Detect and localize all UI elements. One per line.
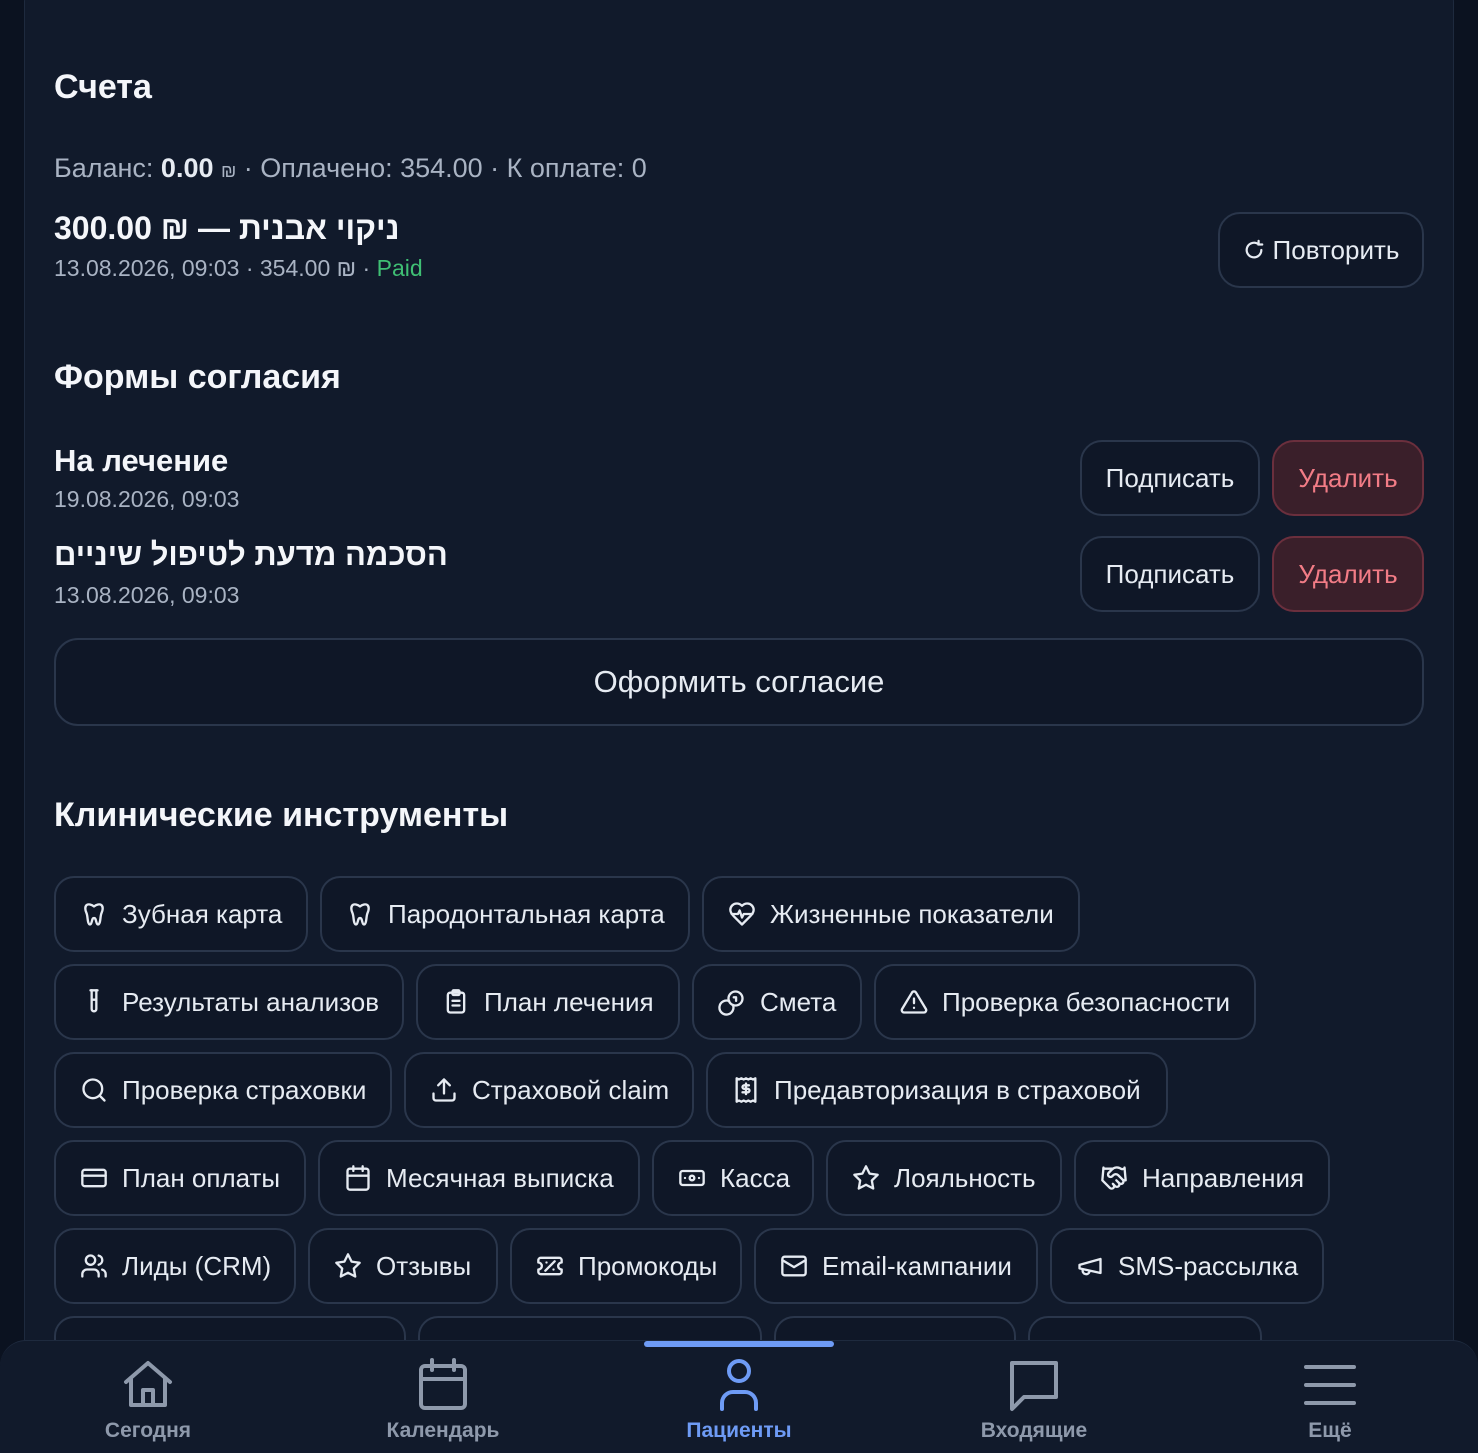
tool-preauthorization[interactable]: Предавторизация в страховой: [706, 1052, 1168, 1128]
tool-monthly-statement[interactable]: Месячная выписка: [318, 1140, 640, 1216]
tool-treatment-plan[interactable]: План лечения: [416, 964, 680, 1040]
status-badge: Paid: [376, 255, 423, 281]
home-icon: [124, 1361, 172, 1407]
currency-sign: ₪: [221, 161, 237, 181]
nav-item-inbox[interactable]: Входящие: [914, 1341, 1154, 1453]
tool-insurance-check[interactable]: Проверка страховки: [54, 1052, 392, 1128]
test-tube-icon: [89, 989, 99, 1013]
clipboard-icon: [446, 989, 466, 1014]
upload-icon: [432, 1078, 456, 1102]
nav-item-today[interactable]: Сегодня: [28, 1341, 268, 1453]
tool-insurance-claim[interactable]: Страховой claim: [404, 1052, 694, 1128]
tool-vital-signs[interactable]: Жизненные показатели: [702, 876, 1080, 952]
consents-heading: Формы согласия: [54, 358, 341, 396]
tool-dental-chart[interactable]: Зубная карта: [54, 876, 308, 952]
nav-item-more[interactable]: Ещё: [1210, 1341, 1450, 1453]
active-tab-indicator: [644, 1341, 834, 1347]
search-icon: [82, 1078, 106, 1102]
warning-icon: [900, 990, 928, 1014]
menu-icon: [1304, 1365, 1356, 1405]
tool-promo-codes[interactable]: Промокоды: [510, 1228, 742, 1304]
users-icon: [81, 1254, 107, 1278]
invoice-item-meta: 13.08.2026, 09:03 · 354.00 ₪ · Paid: [54, 255, 423, 281]
star-icon: [335, 1253, 361, 1278]
repeat-invoice-button[interactable]: Повторить: [1218, 212, 1424, 288]
create-consent-button[interactable]: Оформить согласие: [54, 638, 1424, 726]
tool-sms-broadcast[interactable]: SMS-рассылка: [1050, 1228, 1324, 1304]
user-icon: [720, 1359, 758, 1411]
delete-button[interactable]: Удалить: [1272, 536, 1424, 612]
balance-value: 0.00: [160, 153, 214, 183]
message-icon: [1010, 1361, 1058, 1411]
sign-button[interactable]: Подписать: [1080, 536, 1260, 612]
consent-date: 13.08.2026, 09:03: [54, 582, 240, 608]
calendar-icon: [419, 1358, 467, 1410]
invoices-heading: Счета: [54, 68, 152, 106]
banknote-icon: [679, 1169, 705, 1187]
refresh-icon: [1245, 239, 1263, 259]
coins-icon: [718, 990, 744, 1016]
tooth-icon: [350, 903, 370, 926]
sign-button[interactable]: Подписать: [1080, 440, 1260, 516]
mail-icon: [781, 1255, 807, 1277]
bottom-navigation: Сегодня Календарь Пациенты Входящие Ещё: [0, 1340, 1478, 1453]
tool-safety-check[interactable]: Проверка безопасности: [874, 964, 1256, 1040]
tool-loyalty[interactable]: Лояльность: [826, 1140, 1062, 1216]
tooth-icon: [84, 903, 104, 926]
handshake-icon: [1101, 1166, 1127, 1190]
star-icon: [853, 1165, 879, 1190]
megaphone-icon: [1078, 1257, 1102, 1276]
tool-referrals[interactable]: Направления: [1074, 1140, 1330, 1216]
tools-heading: Клинические инструменты: [54, 796, 509, 834]
tool-periodontal-chart[interactable]: Пародонтальная карта: [320, 876, 690, 952]
tool-reviews[interactable]: Отзывы: [308, 1228, 498, 1304]
ticket-icon: [537, 1256, 563, 1276]
consent-title: הסכמה מדעת לטיפול שיניים: [54, 537, 448, 572]
invoices-balance: Баланс: 0.00 ₪ · Оплачено: 354.00 · К оп…: [54, 153, 647, 183]
tool-payment-plan[interactable]: План оплаты: [54, 1140, 306, 1216]
calendar-icon: [346, 1165, 370, 1191]
tool-email-campaigns[interactable]: Email-кампании: [754, 1228, 1038, 1304]
tool-leads-crm[interactable]: Лиды (CRM): [54, 1228, 296, 1304]
consent-title: На лечение: [54, 443, 229, 478]
delete-button[interactable]: Удалить: [1272, 440, 1424, 516]
consent-date: 19.08.2026, 09:03: [54, 486, 240, 512]
tool-lab-results[interactable]: Результаты анализов: [54, 964, 404, 1040]
credit-card-icon: [81, 1168, 107, 1188]
tool-cashier[interactable]: Касса: [652, 1140, 814, 1216]
invoice-item-title: 300.00 ₪ — ניקוי אבנית: [54, 210, 400, 246]
nav-item-patients[interactable]: Пациенты: [619, 1341, 859, 1453]
nav-item-calendar[interactable]: Календарь: [323, 1341, 563, 1453]
receipt-icon: [735, 1077, 757, 1103]
tool-estimate[interactable]: Смета: [692, 964, 862, 1040]
heart-pulse-icon: [729, 902, 755, 926]
